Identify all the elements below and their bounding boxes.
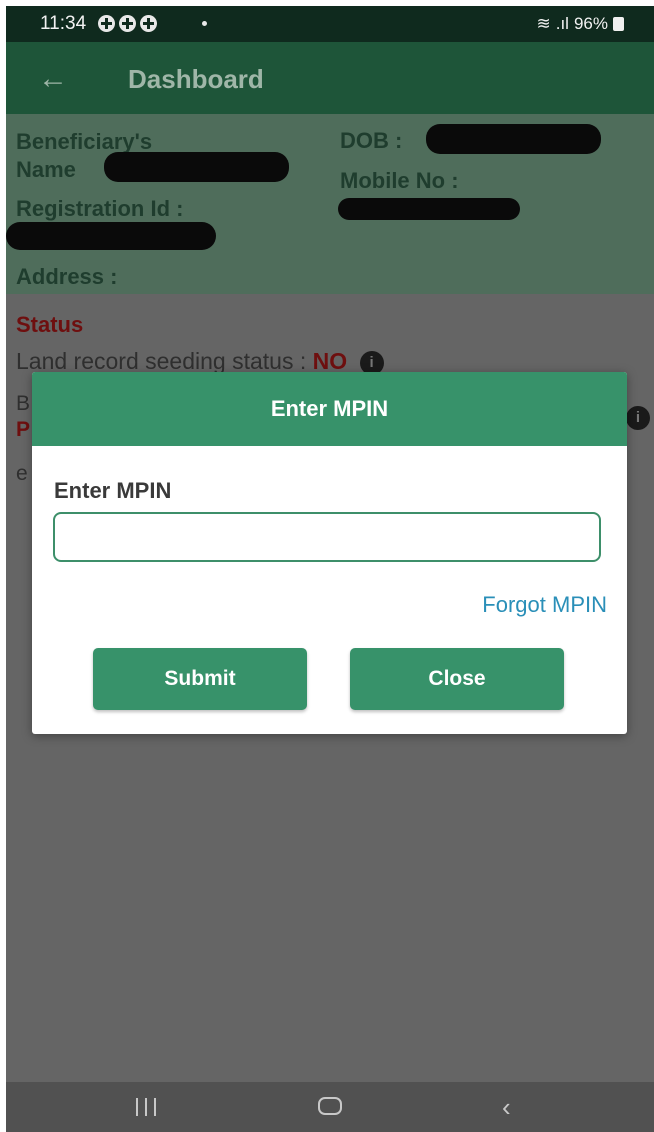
status-bar: 11:34 ≋ .ıl 96%: [6, 6, 654, 42]
app-bar: ← Dashboard: [6, 42, 654, 114]
battery-icon: [613, 17, 624, 31]
page-title: Dashboard: [128, 64, 264, 94]
status-dot-icon: [202, 21, 207, 26]
dialog-title: Enter MPIN: [32, 372, 627, 446]
close-button[interactable]: Close: [350, 648, 564, 710]
phone-screen: 11:34 ≋ .ıl 96% ← Dashboard Beneficiary'…: [6, 6, 654, 1132]
beneficiary-panel: Beneficiary's Name DOB : Mobile No : Reg…: [6, 114, 654, 294]
mpin-input[interactable]: [53, 512, 601, 562]
land-record-label: Land record seeding status :: [16, 348, 307, 374]
notification-icon: [98, 15, 115, 32]
wifi-icon: ≋: [536, 14, 551, 33]
battery-percent: 96%: [573, 14, 608, 33]
arrow-left-icon[interactable]: ←: [38, 62, 68, 96]
status-time: 11:34: [40, 13, 87, 34]
status-right: ≋ .ıl 96%: [536, 14, 624, 34]
obscured-text-fragment: B: [16, 392, 31, 415]
redacted-name: [104, 152, 289, 182]
obscured-text-fragment: e: [16, 462, 28, 485]
land-record-value: NO: [312, 348, 348, 374]
mobile-label: Mobile No :: [340, 168, 459, 193]
mpin-dialog: Enter MPIN Enter MPIN Forgot MPIN Submit…: [32, 372, 627, 734]
status-heading: Status: [16, 312, 84, 337]
recent-apps-icon[interactable]: [134, 1098, 160, 1116]
obscured-text-fragment: P: [16, 418, 31, 441]
dob-label: DOB :: [340, 128, 403, 153]
back-nav-icon[interactable]: ‹: [502, 1092, 511, 1123]
registration-id-label: Registration Id :: [16, 196, 184, 221]
forgot-mpin-link[interactable]: Forgot MPIN: [482, 592, 607, 618]
redacted-registration-id: [6, 222, 216, 250]
address-label: Address :: [16, 264, 118, 289]
home-icon[interactable]: [318, 1097, 342, 1115]
redacted-dob: [426, 124, 601, 154]
notification-icon: [119, 15, 136, 32]
redacted-mobile: [338, 198, 520, 220]
signal-icon: .ıl: [555, 14, 569, 33]
notification-icons: [98, 15, 157, 32]
notification-icon: [140, 15, 157, 32]
mpin-field-label: Enter MPIN: [54, 478, 172, 503]
info-icon[interactable]: i: [626, 406, 650, 430]
land-record-row: Land record seeding status : NO i: [16, 348, 384, 375]
navigation-bar: ‹: [6, 1082, 654, 1132]
submit-button[interactable]: Submit: [93, 648, 307, 710]
